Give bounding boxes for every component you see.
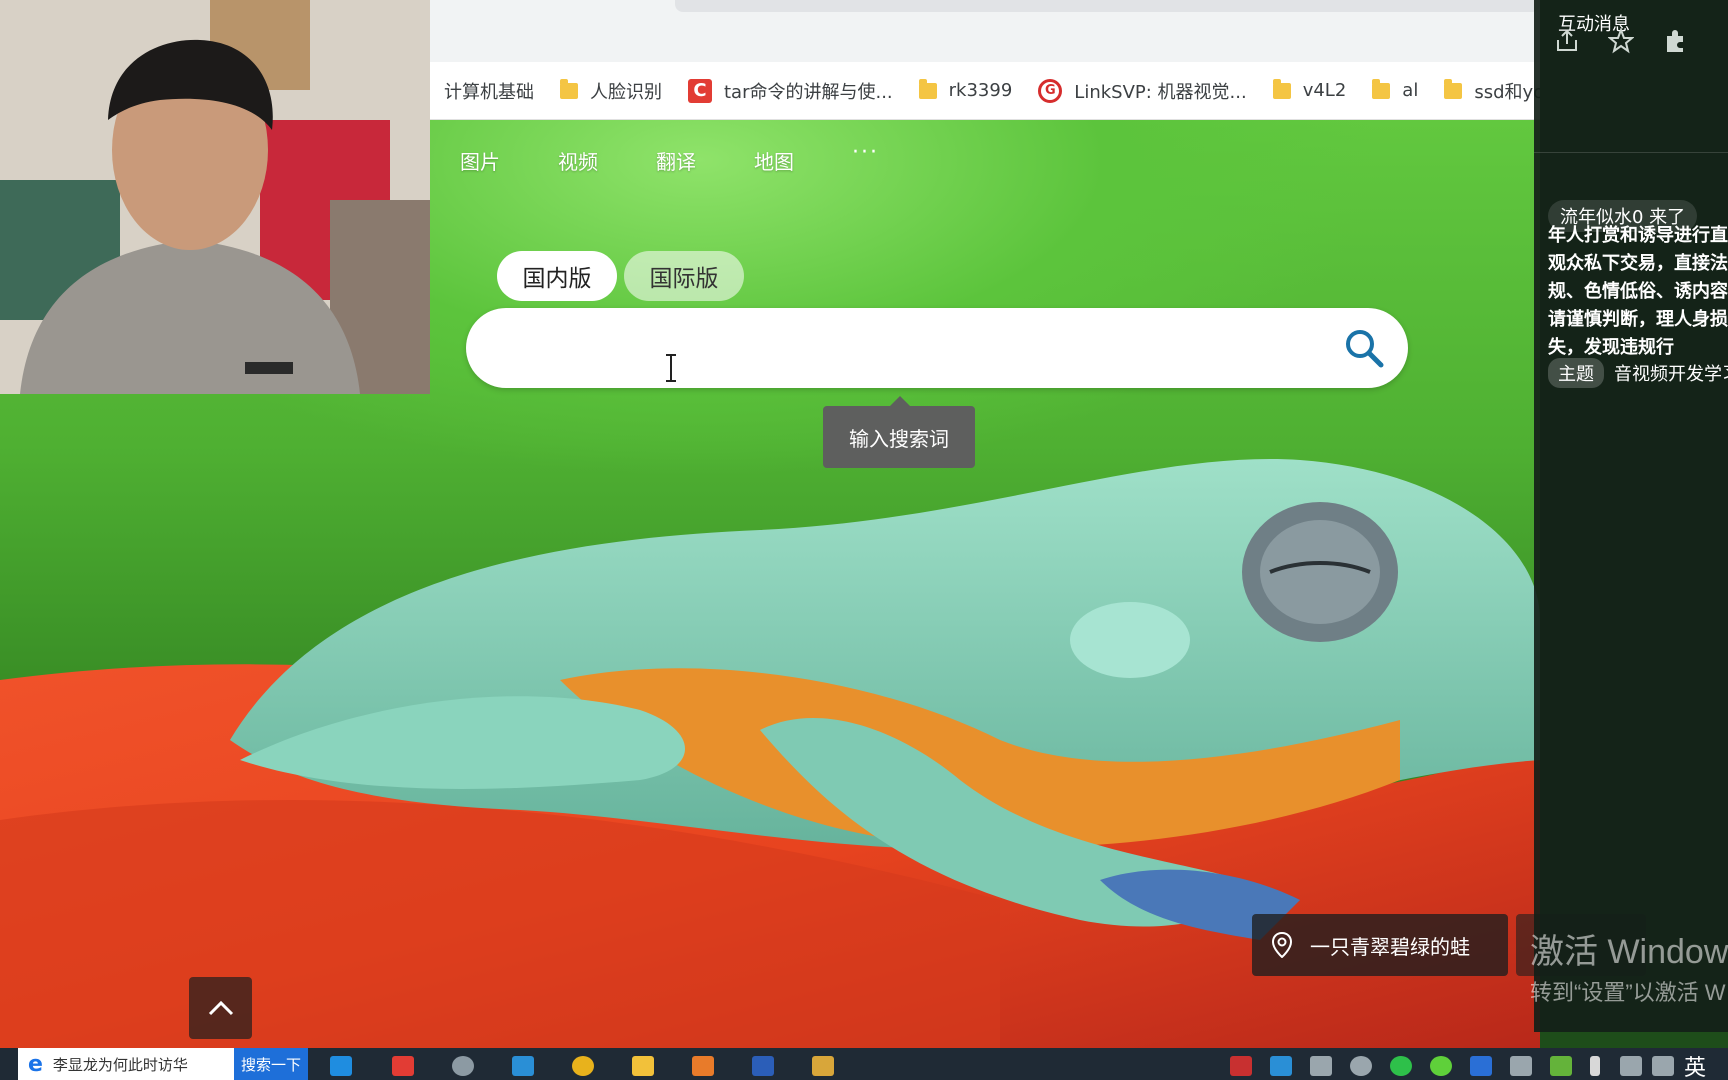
ie-icon: e [28,1051,43,1077]
bookmark-face-recognition[interactable]: 人脸识别 [560,78,662,104]
file-explorer-icon[interactable] [632,1056,654,1076]
ie-browser-icon[interactable] [330,1056,352,1076]
word-icon[interactable] [752,1056,774,1076]
chevron-up-icon [208,1000,233,1016]
wechat-icon[interactable] [1390,1056,1412,1076]
bookmark-computer-basics[interactable]: 计算机基础 [444,78,534,104]
csdn-icon: C [688,78,712,103]
tray-obs-icon[interactable] [1350,1056,1372,1076]
topic-text: 音视频开发学习 [1614,364,1728,385]
taskbar-search-button[interactable]: 搜索一下 [234,1048,308,1080]
linksvp-icon: G [1038,78,1063,103]
webcam-person-image [0,0,430,394]
tray-app-icon[interactable] [1270,1056,1292,1076]
bookmarks-bar: 计算机基础 人脸识别 C tar命令的讲解与使... rk3399 G Link… [430,62,1540,120]
chrome-icon[interactable] [572,1056,594,1076]
search-tooltip: 输入搜索词 [823,406,975,468]
live-chat-panel: 互动消息 年人打赏和诱导进行直导观众私下交易，直接法违规、色情低俗、诱内容。请谨… [1534,0,1728,1032]
bookmark-tar-command[interactable]: C tar命令的讲解与使... [688,78,893,104]
nav-images[interactable]: 图片 [460,146,558,175]
watermark-line-2: 转到“设置”以激活 W [1530,980,1726,1005]
tray-monitor-icon[interactable] [1510,1056,1532,1076]
watermark-line-1: 激活 Windows [1530,933,1728,971]
share-icon[interactable] [1554,28,1580,54]
tab-international[interactable]: 国际版 [624,251,744,301]
star-icon[interactable] [1608,28,1634,54]
network-icon[interactable] [1620,1056,1642,1076]
obs-icon[interactable] [452,1056,474,1076]
search-input[interactable] [506,324,1286,372]
app-orange-icon[interactable] [692,1056,714,1076]
nav-maps[interactable]: 地图 [754,146,852,175]
address-bar[interactable] [675,0,1540,12]
tray-window-icon[interactable] [1310,1056,1332,1076]
folder-icon [1272,78,1291,99]
bookmark-ssd-yolo[interactable]: ssd和yolo [1444,78,1540,104]
bookmark-rk3399[interactable]: rk3399 [918,78,1012,101]
taskbar-search-query: 李显龙为何此时访华 [52,1055,188,1074]
webcam-overlay [0,0,430,394]
search-icon[interactable] [1344,328,1384,368]
live-panel-notice: 年人打赏和诱导进行直导观众私下交易，直接法违规、色情低俗、诱内容。请谨慎判断，理… [1548,225,1728,358]
tab-domestic[interactable]: 国内版 [497,251,617,301]
windows-activation-watermark: 激活 Windows 转到“设置”以激活 W [1530,924,1728,1007]
app-xmind-icon[interactable] [812,1056,834,1076]
app-red-icon[interactable] [392,1056,414,1076]
nav-video[interactable]: 视频 [558,146,656,175]
microphone-icon[interactable] [1590,1056,1600,1076]
tray-green-icon[interactable] [1430,1056,1452,1076]
search-box [466,308,1408,388]
extension-icon[interactable] [1662,28,1688,54]
photo-caption-text: 一只青翠碧绿的蛙 [1310,934,1470,959]
folder-icon [1372,78,1391,99]
tooltip-arrow [890,396,910,406]
folder-icon [560,78,578,99]
folder-icon [918,78,937,99]
page-nav: 图片 视频 翻译 地图 ··· [460,140,879,175]
folder-icon [1444,78,1463,99]
nav-translate[interactable]: 翻译 [656,146,754,175]
topic-tag: 主题 [1548,358,1604,388]
security-tray-icon[interactable] [1230,1056,1252,1076]
live-topic: 主题 音视频开发学习 [1548,358,1728,388]
divider [1534,152,1728,153]
viewer-join-badge: 流年似水0 来了 [1548,200,1698,232]
ime-indicator[interactable]: 英 [1684,1050,1706,1080]
nav-more-button[interactable]: ··· [852,140,879,175]
nvidia-icon[interactable] [1550,1056,1572,1076]
volume-icon[interactable] [1652,1056,1674,1076]
photo-caption-button[interactable]: 一只青翠碧绿的蛙 [1252,914,1508,976]
text-cursor-icon [666,354,676,382]
bookmark-v4l2[interactable]: v4L2 [1272,78,1346,101]
live-panel-toolbar [1554,28,1688,54]
bookmark-al[interactable]: al [1372,78,1418,101]
app-blue-icon[interactable] [512,1056,534,1076]
bluetooth-icon[interactable] [1470,1056,1492,1076]
back-to-top-button[interactable] [189,977,252,1039]
bookmark-linksvp[interactable]: G LinkSVP: 机器视觉... [1038,78,1247,104]
location-pin-icon [1272,932,1292,958]
